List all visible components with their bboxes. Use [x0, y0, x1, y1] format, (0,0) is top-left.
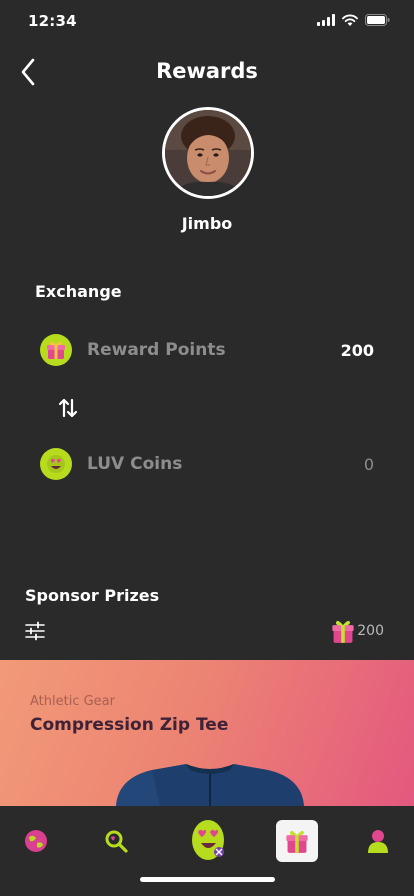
profile-icon [368, 830, 388, 853]
header: Rewards [0, 50, 414, 94]
tab-bar [0, 806, 414, 896]
avatar-photo [165, 110, 251, 196]
tab-profile[interactable] [357, 820, 399, 862]
user-name: Jimbo [181, 214, 233, 233]
rewards-screen: 12:34 Rewards Jimbo Exchange Reward Poin… [0, 0, 414, 896]
prize-name: Compression Zip Tee [30, 715, 229, 735]
mascot-icon [192, 820, 224, 860]
gift-icon [286, 830, 308, 853]
globe-icon [25, 830, 47, 852]
sponsor-prizes-title: Sponsor Prizes [25, 586, 160, 605]
points-summary-value: 200 [357, 623, 384, 639]
tab-luv-mascot[interactable] [186, 814, 230, 864]
avatar[interactable] [162, 107, 254, 199]
swap-arrows-icon [58, 398, 78, 418]
luv-coins-label: LUV Coins [87, 454, 183, 474]
home-indicator [140, 877, 275, 882]
filter-button[interactable] [25, 621, 47, 643]
page-title: Rewards [156, 59, 258, 83]
battery-icon [365, 14, 390, 26]
gift-icon [332, 620, 354, 643]
tab-globe[interactable] [15, 820, 57, 862]
status-time: 12:34 [28, 12, 77, 30]
status-bar: 12:34 [0, 0, 414, 44]
luv-coins-row[interactable]: LUV Coins 0 [40, 447, 374, 481]
reward-points-row[interactable]: Reward Points 200 [40, 333, 374, 367]
gift-icon [40, 334, 72, 366]
reward-points-value: 200 [340, 340, 374, 360]
luv-coin-icon [40, 448, 72, 480]
exchange-title: Exchange [35, 282, 122, 301]
prize-image [116, 764, 304, 806]
sliders-icon [25, 621, 45, 641]
swap-button[interactable] [56, 396, 80, 420]
tab-search-heart[interactable] [95, 820, 137, 862]
signal-icon [317, 14, 335, 26]
search-heart-icon [105, 830, 128, 853]
prize-card[interactable]: Athletic Gear Compression Zip Tee [0, 660, 414, 806]
luv-coins-value: 0 [363, 454, 374, 474]
points-summary: 200 [330, 618, 384, 644]
prize-category: Athletic Gear [30, 694, 115, 709]
status-icons [317, 14, 390, 26]
wifi-icon [342, 14, 358, 26]
reward-points-label: Reward Points [87, 340, 226, 360]
tab-rewards[interactable] [276, 820, 318, 862]
